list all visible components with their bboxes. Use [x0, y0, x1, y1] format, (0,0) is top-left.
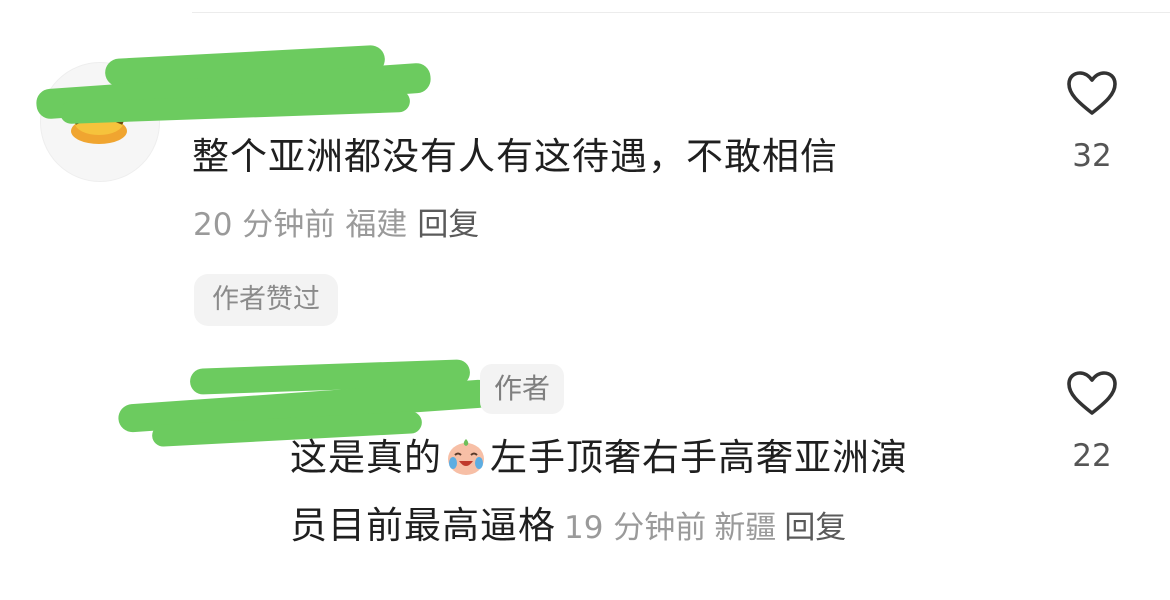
comment-meta: 20 分钟前 福建 回复	[193, 203, 489, 247]
comment-location: 福建	[345, 207, 408, 243]
like-count: 22	[1072, 438, 1112, 474]
comment-location: 新疆	[714, 510, 777, 546]
comment-text-part: 左手顶奢右手高奢亚洲演	[490, 436, 908, 479]
reply-button[interactable]: 回复	[784, 510, 846, 546]
comment-meta: 19 分钟前 新疆 回复	[564, 510, 854, 546]
reply-button[interactable]: 回复	[417, 207, 479, 243]
comment-time: 20 分钟前	[193, 207, 336, 243]
comment-text-part: 这是真的	[290, 436, 442, 479]
top-divider	[192, 12, 1170, 13]
comment-text-line-2: 员目前最高逼格 19 分钟前 新疆 回复	[290, 500, 854, 554]
comment-text-line-1: 这是真的 左手顶奢右手高奢亚洲演	[290, 432, 908, 484]
heart-outline-icon[interactable]	[1066, 370, 1118, 416]
like-count: 32	[1072, 138, 1112, 174]
comment-text-part: 员目前最高逼格	[290, 504, 556, 547]
author-liked-badge: 作者赞过	[194, 274, 338, 326]
comment-time: 19 分钟前	[564, 510, 707, 546]
comment-text: 整个亚洲都没有人有这待遇，不敢相信	[192, 135, 838, 178]
author-badge: 作者	[480, 364, 565, 414]
crying-laughing-peach-emoji-icon	[448, 439, 484, 475]
heart-outline-icon[interactable]	[1066, 70, 1118, 116]
